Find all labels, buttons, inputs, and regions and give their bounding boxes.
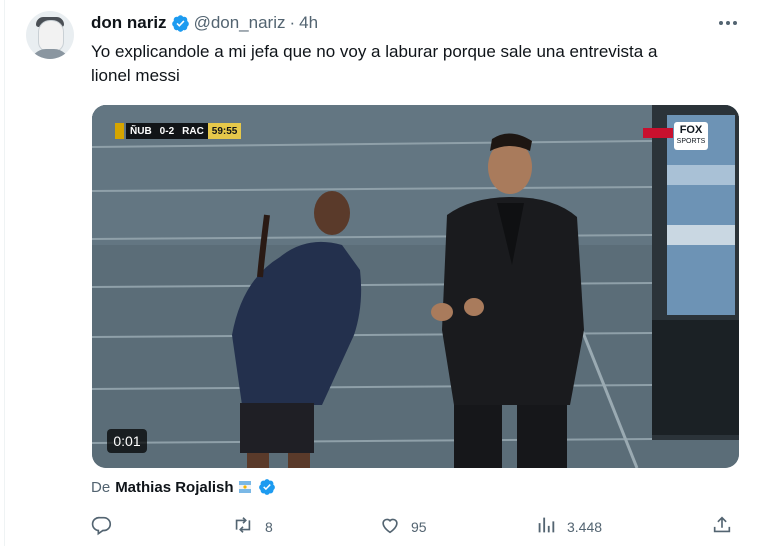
retweet-count: 8 [265,518,273,535]
broadcaster-logo: FOX SPORTS [674,122,708,150]
reply-icon [91,514,113,539]
scorebug-clock: 59:55 [207,123,242,139]
scorebug: ÑUB 0-2 RAC 59:55 [115,123,242,139]
verified-badge-icon[interactable] [258,478,276,496]
views-count: 3.448 [567,518,603,535]
retweet-button[interactable]: 8 [231,514,273,539]
competition-badge [115,123,124,139]
scorebug-away: RAC [178,123,208,139]
video-timestamp: 0:01 [107,429,147,453]
share-icon [711,514,733,539]
video-player[interactable] [92,105,739,468]
tweet-timestamp[interactable]: 4h [299,13,318,33]
flag-emoji-icon [237,479,253,495]
share-button[interactable] [711,514,733,539]
timeline-border [4,0,5,546]
broadcast-live-strip [643,128,673,138]
media-attribution: De Mathias Rojalish [91,476,276,498]
like-button[interactable]: 95 [379,514,427,539]
author-name[interactable]: don nariz [91,13,167,33]
more-icon[interactable] [715,12,741,34]
scorebug-score: 0-2 [155,123,179,139]
video-frame [92,105,739,468]
attribution-prefix: De [91,478,111,496]
retweet-icon [231,514,255,539]
tweet-text: Yo explicandole a mi jefa que no voy a l… [91,42,658,85]
views-button[interactable]: 3.448 [535,514,602,539]
views-icon [535,514,557,539]
like-count: 95 [411,518,427,535]
action-bar: 8 95 3.448 [91,514,741,540]
tweet-header: don nariz @don_nariz · 4h [91,12,318,34]
scorebug-home: ÑUB [126,123,156,139]
like-icon [379,514,401,539]
author-handle[interactable]: @don_nariz [194,13,286,33]
attribution-author[interactable]: Mathias Rojalish [115,479,233,496]
verified-badge-icon[interactable] [171,14,190,33]
reply-button[interactable] [91,514,113,539]
avatar[interactable] [26,11,74,59]
header-separator: · [289,13,296,32]
